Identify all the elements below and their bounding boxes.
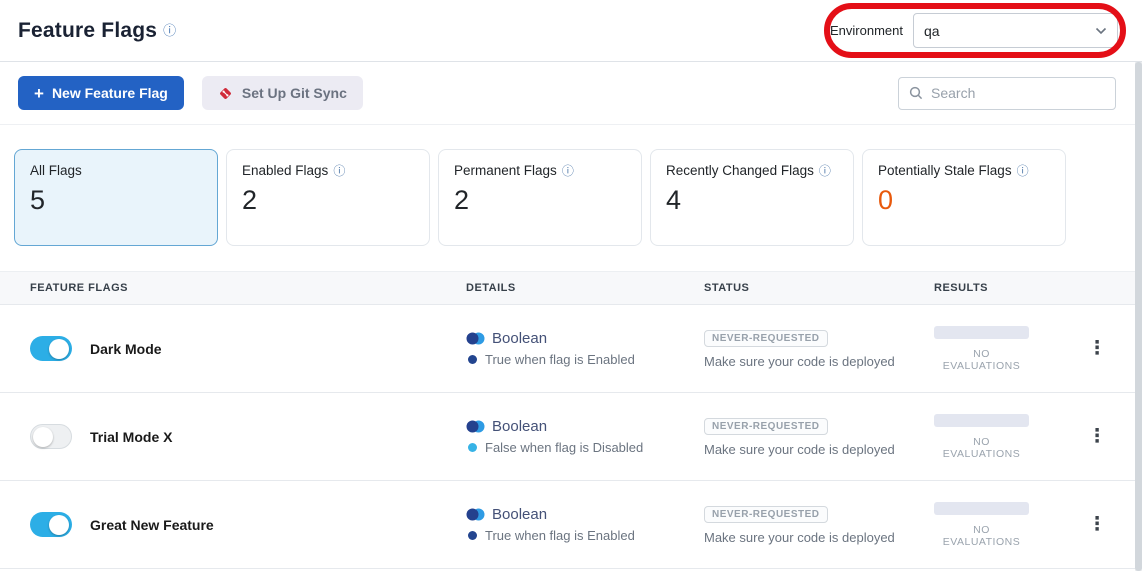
- toggle-knob: [33, 427, 53, 447]
- git-sync-label: Set Up Git Sync: [242, 85, 347, 101]
- flag-name[interactable]: Trial Mode X: [90, 429, 172, 445]
- info-icon[interactable]: ⓘ: [562, 165, 574, 177]
- plus-icon: +: [34, 85, 44, 102]
- page-header: Feature Flags ⓘ Environment qa: [0, 0, 1142, 62]
- flag-type: Boolean: [492, 418, 547, 435]
- stat-label: Permanent Flags: [454, 163, 557, 178]
- status-text: Make sure your code is deployed: [704, 442, 934, 457]
- column-header-details: DETAILS: [466, 282, 704, 294]
- results-placeholder-bar: [934, 414, 1029, 427]
- flag-rule: True when flag is Enabled: [485, 352, 635, 367]
- boolean-type-icon: [466, 508, 485, 521]
- stat-label: Potentially Stale Flags: [878, 163, 1012, 178]
- status-badge: NEVER-REQUESTED: [704, 506, 828, 523]
- table-row: Dark Mode Boolean True when flag is Enab…: [0, 305, 1142, 393]
- results-text: NO EVALUATIONS: [934, 348, 1029, 372]
- environment-label: Environment: [830, 23, 903, 38]
- environment-value: qa: [924, 23, 940, 39]
- table-row: Great New Feature Boolean True when flag…: [0, 481, 1142, 569]
- environment-select[interactable]: qa: [913, 13, 1118, 48]
- boolean-type-icon: [466, 420, 485, 433]
- stat-value: 0: [878, 185, 1050, 216]
- column-header-status: STATUS: [704, 282, 934, 294]
- toggle-knob: [49, 339, 69, 359]
- flag-name[interactable]: Great New Feature: [90, 517, 214, 533]
- rule-dot-icon: [468, 443, 477, 452]
- environment-picker: Environment qa: [830, 13, 1118, 48]
- kebab-menu-icon[interactable]: ⋮: [1080, 423, 1115, 450]
- table-header: FEATURE FLAGS DETAILS STATUS RESULTS: [0, 271, 1142, 305]
- results-text: NO EVALUATIONS: [934, 436, 1029, 460]
- status-badge: NEVER-REQUESTED: [704, 418, 828, 435]
- toggle-knob: [49, 515, 69, 535]
- stat-card-potentially-stale-flags[interactable]: Potentially Stale Flags ⓘ 0: [862, 149, 1066, 246]
- column-header-results: RESULTS: [934, 282, 1142, 294]
- flag-type: Boolean: [492, 506, 547, 523]
- info-icon[interactable]: ⓘ: [819, 165, 831, 177]
- boolean-type-icon: [466, 332, 485, 345]
- flag-toggle[interactable]: [30, 512, 72, 537]
- stat-value: 2: [454, 185, 626, 216]
- info-icon[interactable]: ⓘ: [163, 24, 176, 37]
- rule-dot-icon: [468, 355, 477, 364]
- table-row: Trial Mode X Boolean False when flag is …: [0, 393, 1142, 481]
- status-text: Make sure your code is deployed: [704, 530, 934, 545]
- stat-card-enabled-flags[interactable]: Enabled Flags ⓘ 2: [226, 149, 430, 246]
- search-input[interactable]: [931, 85, 1105, 101]
- results-placeholder-bar: [934, 502, 1029, 515]
- flag-name[interactable]: Dark Mode: [90, 341, 162, 357]
- toolbar: + New Feature Flag Set Up Git Sync: [0, 62, 1142, 125]
- title-wrap: Feature Flags ⓘ: [18, 19, 176, 43]
- scrollbar-thumb[interactable]: [1135, 62, 1142, 571]
- stats-cards: All Flags 5 Enabled Flags ⓘ 2 Permanent …: [0, 125, 1142, 271]
- scrollbar-track: [1135, 62, 1142, 571]
- info-icon[interactable]: ⓘ: [1017, 165, 1029, 177]
- git-icon: [218, 86, 233, 101]
- flag-type: Boolean: [492, 330, 547, 347]
- flag-rule: True when flag is Enabled: [485, 528, 635, 543]
- page-title: Feature Flags: [18, 19, 157, 43]
- stat-label: Enabled Flags: [242, 163, 328, 178]
- status-badge: NEVER-REQUESTED: [704, 330, 828, 347]
- flag-toggle[interactable]: [30, 424, 72, 449]
- stat-value: 5: [30, 185, 202, 216]
- stat-label: Recently Changed Flags: [666, 163, 814, 178]
- stat-card-permanent-flags[interactable]: Permanent Flags ⓘ 2: [438, 149, 642, 246]
- stat-label: All Flags: [30, 163, 82, 178]
- stat-value: 2: [242, 185, 414, 216]
- flag-toggle[interactable]: [30, 336, 72, 361]
- results-placeholder-bar: [934, 326, 1029, 339]
- git-sync-button[interactable]: Set Up Git Sync: [202, 76, 363, 110]
- chevron-down-icon: [1095, 27, 1107, 35]
- search-box: [898, 77, 1116, 110]
- info-icon[interactable]: ⓘ: [333, 165, 345, 177]
- new-feature-flag-button[interactable]: + New Feature Flag: [18, 76, 184, 110]
- stat-value: 4: [666, 185, 838, 216]
- stat-card-recently-changed-flags[interactable]: Recently Changed Flags ⓘ 4: [650, 149, 854, 246]
- flag-rule: False when flag is Disabled: [485, 440, 643, 455]
- results-text: NO EVALUATIONS: [934, 524, 1029, 548]
- kebab-menu-icon[interactable]: ⋮: [1080, 335, 1115, 362]
- rule-dot-icon: [468, 531, 477, 540]
- stat-card-all-flags[interactable]: All Flags 5: [14, 149, 218, 246]
- search-icon: [909, 86, 923, 100]
- status-text: Make sure your code is deployed: [704, 354, 934, 369]
- new-feature-flag-label: New Feature Flag: [52, 85, 168, 101]
- column-header-feature-flags: FEATURE FLAGS: [30, 282, 466, 294]
- kebab-menu-icon[interactable]: ⋮: [1080, 511, 1115, 538]
